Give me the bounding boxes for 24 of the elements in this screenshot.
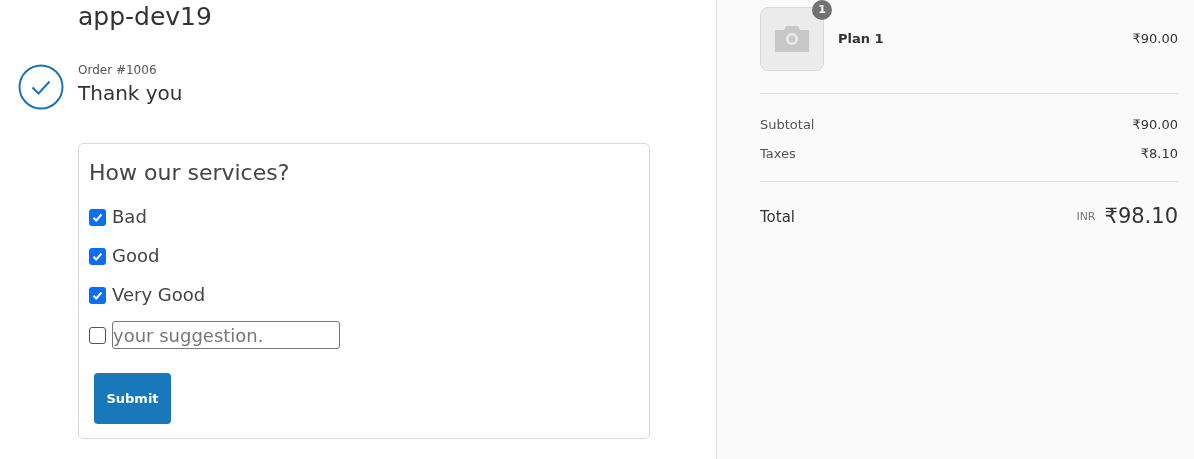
- quantity-badge: 1: [812, 0, 832, 20]
- order-number: Order #1006: [78, 62, 158, 78]
- shop-name: app-dev19: [78, 2, 213, 32]
- currency-code: INR: [1076, 208, 1096, 225]
- checkbox[interactable]: [89, 286, 106, 304]
- checkbox[interactable]: [89, 326, 106, 344]
- total-value: ₹98.10: [1104, 203, 1178, 230]
- summary-value: ₹8.10: [1140, 144, 1178, 163]
- total-label: Total: [760, 206, 796, 228]
- thank-you-heading: Thank you: [78, 80, 183, 107]
- product-name: Plan 1: [838, 30, 885, 49]
- option-label: Very Good: [112, 283, 206, 307]
- submit-button[interactable]: Submit: [94, 373, 171, 424]
- checkbox[interactable]: [89, 247, 106, 265]
- checkbox[interactable]: [89, 208, 106, 226]
- product-price: ₹90.00: [1132, 30, 1178, 49]
- summary-value: ₹90.00: [1132, 116, 1178, 134]
- camera-icon: [775, 26, 809, 52]
- suggestion-field[interactable]: your suggestion.: [112, 321, 340, 349]
- summary-label: Subtotal: [760, 116, 815, 134]
- summary-label: Taxes: [760, 144, 796, 163]
- option-label: Good: [112, 244, 160, 268]
- survey-question: How our services?: [89, 159, 291, 187]
- option-label: Bad: [112, 205, 147, 229]
